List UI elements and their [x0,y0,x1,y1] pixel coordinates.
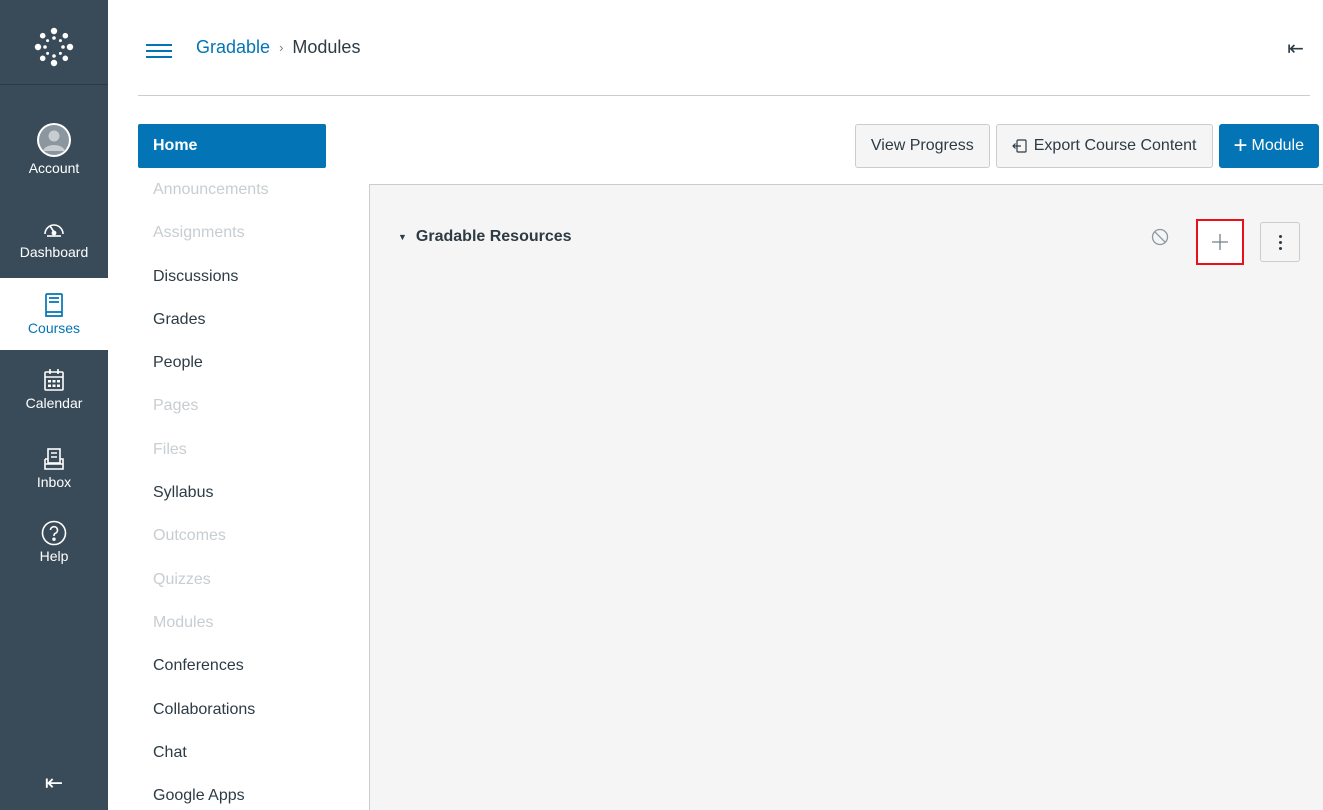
global-nav-account[interactable]: Account [0,114,108,184]
calendar-icon [41,367,67,393]
hamburger-icon [146,44,172,46]
collapse-left-icon: ⇤ [44,770,64,795]
export-icon [1011,138,1028,154]
course-nav-google-apps[interactable]: Google Apps [138,774,326,810]
global-nav-dashboard[interactable]: Dashboard [0,208,108,268]
unpublished-icon [1151,228,1169,246]
module-options-button[interactable] [1260,222,1300,262]
course-nav-people[interactable]: People [138,341,326,384]
course-nav-files[interactable]: Files [138,428,326,471]
course-nav-chat[interactable]: Chat [138,731,326,774]
course-nav-grades[interactable]: Grades [138,298,326,341]
course-nav-collaborations[interactable]: Collaborations [138,688,326,731]
collapse-left-icon: ⇤ [1287,38,1304,60]
global-nav-label: Inbox [36,474,72,490]
add-module-label: Module [1251,137,1304,154]
module-title: Gradable Resources [415,228,572,245]
global-nav-help[interactable]: Help [0,510,108,574]
module-title-toggle[interactable]: ▼ Gradable Resources [398,228,572,246]
global-nav-courses[interactable]: Courses [0,278,108,350]
modules-toolbar: View Progress Export Course Content + Mo… [854,124,1319,168]
help-question-icon [41,520,67,546]
global-navigation: Account Dashboard Courses Calendar Inbox… [0,0,108,810]
export-label: Export Course Content [1033,137,1197,154]
canvas-logo-icon [34,27,74,67]
inbox-icon [41,446,67,472]
course-nav-quizzes[interactable]: Quizzes [138,558,326,601]
course-nav-outcomes[interactable]: Outcomes [138,514,326,557]
course-nav-discussions[interactable]: Discussions [138,255,326,298]
global-nav-inbox[interactable]: Inbox [0,436,108,500]
plus-icon: + [1233,132,1248,159]
global-nav-label: Calendar [25,395,83,411]
global-nav-label: Courses [27,320,81,336]
course-nav-pages[interactable]: Pages [138,384,326,427]
dashboard-gauge-icon [41,216,67,242]
course-navigation: Home Announcements Assignments Discussio… [138,124,326,810]
collapse-nav-button[interactable]: ⇤ [0,770,108,796]
global-nav-label: Account [28,160,80,176]
kebab-dot-icon [1278,246,1282,250]
course-menu-toggle[interactable] [146,40,172,62]
courses-book-icon [41,292,67,318]
course-nav-conferences[interactable]: Conferences [138,644,326,687]
page-header: Gradable › Modules ⇤ [138,28,1310,96]
add-content-button[interactable] [1196,219,1244,265]
course-nav-syllabus[interactable]: Syllabus [138,471,326,514]
export-course-content-button[interactable]: Export Course Content [995,124,1213,168]
breadcrumb-course-link[interactable]: Gradable [196,37,270,58]
course-nav-assignments[interactable]: Assignments [138,211,326,254]
avatar-icon [36,122,72,158]
global-nav-label: Dashboard [19,244,89,260]
breadcrumb-separator-icon: › [279,40,284,55]
caret-down-icon: ▼ [398,232,407,242]
global-nav-label: Help [39,548,69,564]
canvas-logo[interactable] [0,10,108,85]
kebab-dot-icon [1278,240,1282,244]
breadcrumb: Gradable › Modules [196,37,360,58]
kebab-dot-icon [1278,234,1282,238]
course-nav-modules[interactable]: Modules [138,601,326,644]
unpublished-status-button[interactable] [1150,227,1170,252]
module-container: ▼ Gradable Resources [369,184,1323,810]
plus-icon [1212,234,1228,250]
course-nav-announcements[interactable]: Announcements [138,168,326,211]
breadcrumb-current: Modules [292,37,361,57]
hamburger-icon [146,56,172,58]
add-module-button[interactable]: + Module [1218,124,1319,168]
hamburger-icon [146,50,172,52]
view-progress-label: View Progress [870,137,974,154]
collapse-sidebar-button[interactable]: ⇤ [1287,36,1304,61]
course-nav-home[interactable]: Home [138,124,326,168]
global-nav-calendar[interactable]: Calendar [0,356,108,422]
view-progress-button[interactable]: View Progress [854,124,990,168]
module-header: ▼ Gradable Resources [370,219,1323,265]
